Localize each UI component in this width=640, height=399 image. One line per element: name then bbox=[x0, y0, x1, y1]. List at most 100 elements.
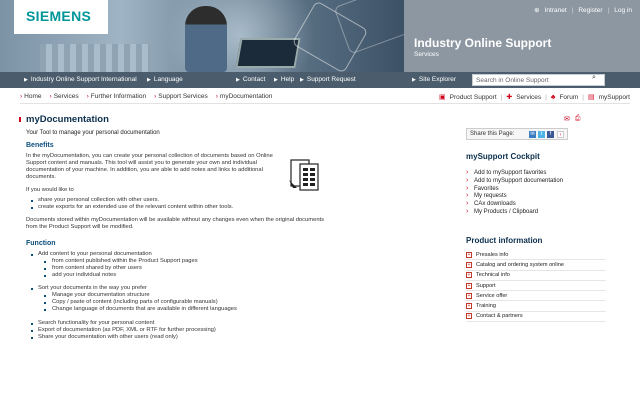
function-sort-sublist: Manage your documentation structure Copy… bbox=[26, 292, 456, 313]
list-item: share your personal collection with othe… bbox=[26, 197, 456, 204]
list-item: Export of documentation (as PDF, XML or … bbox=[26, 327, 456, 334]
product-info-item[interactable]: + Presales info bbox=[466, 250, 606, 261]
mysupport-icon: ▤ bbox=[587, 94, 595, 101]
product-support-link[interactable]: Product Support bbox=[450, 94, 497, 101]
plus-icon: + bbox=[466, 313, 472, 320]
list-item: Copy / paste of content (including parts… bbox=[26, 299, 456, 306]
header: SIEMENS ⊕ Intranet | Register | Log in I… bbox=[0, 0, 640, 72]
email-share-icon[interactable]: ✉ bbox=[529, 131, 536, 138]
breadcrumb-mydocumentation[interactable]: myDocumentation bbox=[216, 93, 272, 100]
nav-language[interactable]: ▶ Language bbox=[147, 76, 183, 83]
list-item: from content shared by other users bbox=[26, 265, 456, 272]
nav-contact[interactable]: ▶ Contact bbox=[236, 76, 265, 83]
product-info-item[interactable]: + Support bbox=[466, 281, 606, 292]
plus-icon: + bbox=[466, 272, 472, 279]
benefits-text: In the myDocumentation, you can create y… bbox=[26, 153, 273, 180]
page-tools: ✉ ⎙ bbox=[564, 115, 580, 123]
cockpit-link-cax-downloads[interactable]: CAx downloads bbox=[466, 200, 563, 209]
share-label: Share this Page: bbox=[470, 131, 515, 137]
page-title: myDocumentation bbox=[26, 114, 109, 125]
function-more-list: Search functionality for your personal c… bbox=[26, 320, 456, 341]
arrow-right-icon: ▶ bbox=[412, 77, 416, 83]
globe-icon: ⊕ bbox=[534, 7, 540, 14]
breadcrumb-home[interactable]: Home bbox=[20, 93, 41, 100]
product-info-item[interactable]: + Technical info bbox=[466, 271, 606, 281]
arrow-right-icon: ▶ bbox=[24, 77, 28, 83]
function-heading: Function bbox=[26, 240, 56, 247]
cockpit-title: mySupport Cockpit bbox=[466, 152, 540, 161]
arrow-right-icon: ▶ bbox=[300, 77, 304, 83]
if-you-like-text: If you would like to bbox=[26, 187, 74, 193]
product-support-icon: ▣ bbox=[439, 94, 446, 101]
list-item: add your individual notes bbox=[26, 272, 456, 279]
cockpit-link-my-products[interactable]: My Products / Clipboard bbox=[466, 208, 563, 217]
breadcrumb-services[interactable]: Services bbox=[50, 93, 79, 100]
forum-link[interactable]: Forum bbox=[559, 94, 578, 101]
product-info-item[interactable]: + Service offer bbox=[466, 291, 606, 302]
twitter-icon[interactable]: t bbox=[538, 131, 545, 138]
cockpit-link-add-favorites[interactable]: Add to mySupport favorites bbox=[466, 169, 563, 178]
search-icon[interactable]: ⌕ bbox=[592, 74, 596, 82]
availability-text: Documents stored within myDocumentation … bbox=[26, 217, 325, 230]
intranet-link[interactable]: Intranet bbox=[545, 7, 567, 14]
divider bbox=[20, 103, 630, 104]
more-share-icon[interactable]: › bbox=[557, 131, 564, 138]
plus-icon: + bbox=[466, 303, 472, 310]
function-sort-list: Sort your documents in the way you prefe… bbox=[26, 285, 456, 292]
function-add-sublist: from content published within the Produc… bbox=[26, 258, 456, 279]
register-link[interactable]: Register bbox=[578, 7, 602, 14]
plus-icon: + bbox=[466, 282, 472, 289]
cockpit-link-favorites[interactable]: Favorites bbox=[466, 185, 563, 194]
benefits-list: share your personal collection with othe… bbox=[26, 197, 456, 211]
arrow-right-icon: ▶ bbox=[274, 77, 278, 83]
site-title-area: ⊕ Intranet | Register | Log in Industry … bbox=[404, 0, 640, 72]
product-info-item[interactable]: + Catalog and ordering system online bbox=[466, 260, 606, 271]
services-link[interactable]: Services bbox=[516, 94, 541, 101]
main-content: myDocumentation Your Tool to manage your… bbox=[26, 114, 456, 341]
nav-help[interactable]: ▶ Help bbox=[274, 76, 294, 83]
list-item: create exports for an extended use of th… bbox=[26, 204, 456, 211]
function-list: Add content to your personal documentati… bbox=[26, 251, 456, 258]
site-title: Industry Online Support bbox=[414, 36, 552, 50]
nav-site-explorer[interactable]: ▶ Site Explorer bbox=[412, 76, 456, 83]
cockpit-link-my-requests[interactable]: My requests bbox=[466, 192, 563, 201]
breadcrumb-further-information[interactable]: Further Information bbox=[87, 93, 146, 100]
nav-support-request[interactable]: ▶ Support Request bbox=[300, 76, 356, 83]
documentation-icon bbox=[289, 159, 319, 191]
forum-icon: ♣ bbox=[550, 93, 556, 101]
breadcrumb-support-services[interactable]: Support Services bbox=[154, 93, 208, 100]
list-item: Share your documentation with other user… bbox=[26, 334, 456, 341]
top-links: ⊕ Intranet | Register | Log in bbox=[534, 6, 632, 15]
email-icon[interactable]: ✉ bbox=[564, 115, 570, 123]
site-subtitle: Services bbox=[414, 51, 439, 58]
search-input[interactable]: Search in Online Support bbox=[472, 74, 605, 86]
product-info-item[interactable]: + Contact & partners bbox=[466, 312, 606, 323]
benefits-heading: Benefits bbox=[26, 142, 54, 149]
siemens-logo[interactable]: SIEMENS bbox=[26, 8, 91, 24]
product-info-item[interactable]: + Training bbox=[466, 301, 606, 312]
logo[interactable]: SIEMENS bbox=[14, 0, 108, 34]
breadcrumb: Home Services Further Information Suppor… bbox=[20, 93, 272, 100]
list-item: Change language of documents that are av… bbox=[26, 306, 456, 313]
plus-icon: + bbox=[466, 292, 472, 299]
page: SIEMENS ⊕ Intranet | Register | Log in I… bbox=[0, 0, 640, 399]
arrow-right-icon: ▶ bbox=[147, 77, 151, 83]
section-marker bbox=[19, 117, 21, 122]
arrow-right-icon: ▶ bbox=[236, 77, 240, 83]
list-item: Add content to your personal documentati… bbox=[26, 251, 456, 258]
plus-icon: + bbox=[466, 261, 472, 268]
product-info-list: + Presales info + Catalog and ordering sys… bbox=[466, 250, 606, 323]
facebook-icon[interactable]: f bbox=[547, 131, 554, 138]
list-item: Manage your documentation structure bbox=[26, 292, 456, 299]
cockpit-link-add-documentation[interactable]: Add to mySupport documentation bbox=[466, 177, 563, 186]
list-item: from content published within the Produc… bbox=[26, 258, 456, 265]
services-icon: ✚ bbox=[506, 94, 513, 101]
page-lead: Your Tool to manage your personal docume… bbox=[26, 130, 160, 136]
list-item: Search functionality for your personal c… bbox=[26, 320, 456, 327]
plus-icon: + bbox=[466, 251, 472, 258]
print-icon[interactable]: ⎙ bbox=[575, 115, 581, 123]
product-info-title: Product information bbox=[466, 236, 543, 245]
login-link[interactable]: Log in bbox=[614, 7, 632, 14]
nav-international[interactable]: ▶ Industry Online Support International bbox=[24, 76, 137, 83]
mysupport-link[interactable]: mySupport bbox=[599, 94, 630, 101]
